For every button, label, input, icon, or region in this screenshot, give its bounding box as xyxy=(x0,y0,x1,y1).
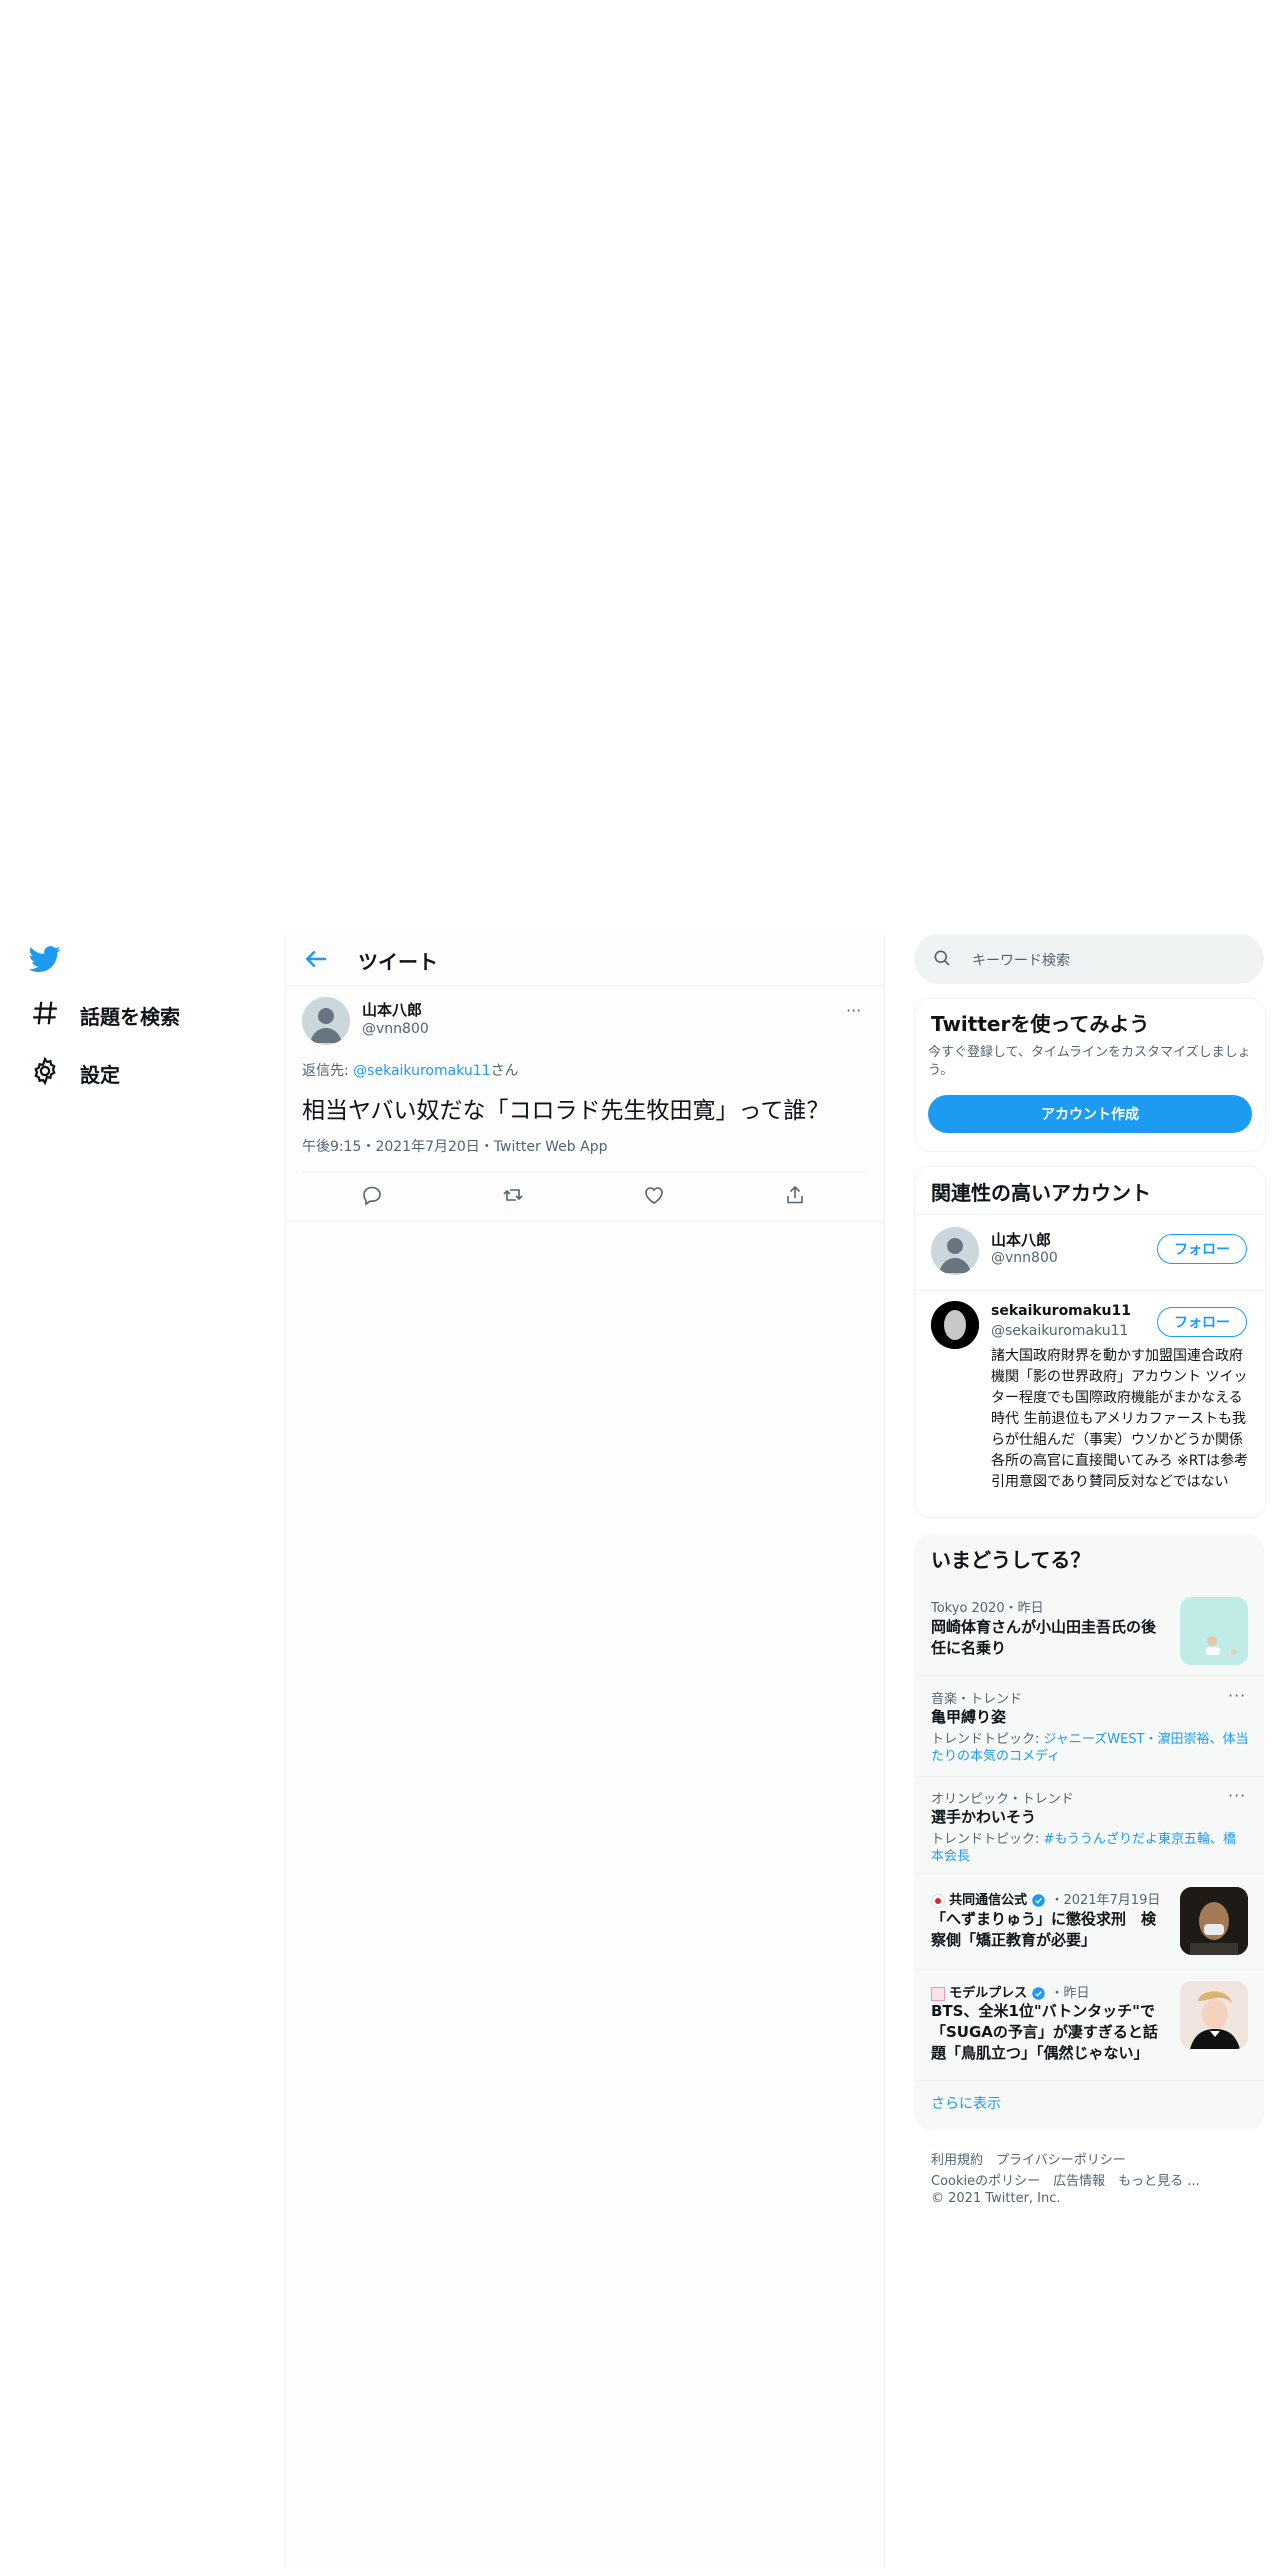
reply-suffix: さん xyxy=(490,1063,519,1079)
news-source-icon xyxy=(931,1986,945,2001)
main-column xyxy=(285,935,884,2568)
related-title: 関連性の高いアカウント xyxy=(931,1181,1151,1205)
copyright: © 2021 Twitter, Inc. xyxy=(931,2191,1061,2206)
divider xyxy=(286,985,884,986)
gear-icon xyxy=(30,1056,60,1090)
create-account-button[interactable]: アカウント作成 xyxy=(928,1095,1252,1133)
trend-title: 岡崎体育さんが小山田圭吾氏の後任に名乗り xyxy=(931,1618,1157,1657)
page-title: ツイート xyxy=(358,950,438,974)
share-icon[interactable] xyxy=(783,1183,809,1209)
trend-topic: トレンドトピック: ジャニーズWEST・濵田崇裕、体当たりの本気のコメディ xyxy=(931,1731,1249,1765)
more-options-icon[interactable]: ··· xyxy=(1228,1686,1246,1705)
retweet-icon[interactable] xyxy=(501,1183,527,1209)
nav-explore-label: 話題を検索 xyxy=(80,1004,180,1029)
divider xyxy=(302,1172,869,1173)
more-options-icon[interactable]: ··· xyxy=(846,1001,861,1020)
account-handle[interactable]: @vnn800 xyxy=(991,1250,1058,1266)
follow-button[interactable]: フォロー xyxy=(1157,1234,1247,1264)
divider xyxy=(914,2080,1264,2081)
reply-prefix: 返信先: xyxy=(302,1063,354,1079)
search-placeholder: キーワード検索 xyxy=(972,953,1070,969)
back-arrow-icon[interactable] xyxy=(301,944,331,974)
news-source-icon xyxy=(931,1893,945,1908)
signup-description: 今すぐ登録して、タイムラインをカスタマイズしましょう。 xyxy=(928,1045,1251,1078)
trend-meta: 共同通信公式 ・2021年7月19日 xyxy=(931,1889,1160,1908)
trend-title: BTS、全米1位"バトンタッチ"で「SUGAの予言」が凄すぎると話題「鳥肌立つ」… xyxy=(931,2002,1158,2062)
like-icon[interactable] xyxy=(642,1183,668,1209)
trend-thumbnail xyxy=(1180,1597,1248,1665)
author-name[interactable]: 山本八郎 xyxy=(362,999,422,1020)
verified-badge-icon xyxy=(1031,1893,1046,1908)
signup-title: Twitterを使ってみよう xyxy=(931,1012,1150,1036)
news-date: ・2021年7月19日 xyxy=(1050,1893,1161,1908)
trend-meta: 音楽・トレンド xyxy=(931,1692,1023,1707)
account-name[interactable]: sekaikuromaku11 xyxy=(991,1303,1131,1319)
search-icon xyxy=(932,948,952,968)
tweet-timestamp[interactable]: 午後9:15・2021年7月20日・Twitter Web App xyxy=(302,1136,607,1156)
nav-settings[interactable]: 設定 xyxy=(30,1053,120,1093)
hashtag-icon xyxy=(30,998,60,1032)
more-options-icon[interactable]: ··· xyxy=(1228,1786,1246,1805)
reply-handle-link[interactable]: @sekaikuromaku11 xyxy=(353,1063,490,1079)
avatar[interactable] xyxy=(931,1227,979,1275)
account-bio: 諸大国政府財界を動かす加盟国連合政府機関「影の世界政府」アカウント ツイッター程… xyxy=(991,1348,1249,1490)
reply-to: 返信先: @sekaikuromaku11さん xyxy=(302,1060,519,1080)
trend-topic-label: トレンドトピック: xyxy=(931,1832,1044,1847)
trend-topic-label: トレンドトピック: xyxy=(931,1732,1044,1747)
follow-button[interactable]: フォロー xyxy=(1157,1307,1247,1337)
avatar[interactable] xyxy=(931,1301,979,1349)
trend-title: 「へずまりゅう」に懲役求刑 検察側「矯正教育が必要」 xyxy=(931,1910,1157,1949)
trend-topic: トレンドトピック: #もううんざりだよ東京五輪、橋本会長 xyxy=(931,1831,1249,1865)
reply-icon[interactable] xyxy=(360,1183,386,1209)
trend-meta: Tokyo 2020・昨日 xyxy=(931,1601,1044,1616)
trend-title: 選手かわいそう xyxy=(931,1808,1037,1826)
news-date: ・昨日 xyxy=(1050,1986,1090,2001)
divider xyxy=(286,1221,884,1222)
trend-thumbnail xyxy=(1180,1981,1248,2049)
nav-explore[interactable]: 話題を検索 xyxy=(30,995,180,1035)
search-input[interactable] xyxy=(914,934,1264,984)
footer-links[interactable]: Cookieのポリシー 広告情報 もっと見る ... xyxy=(931,2170,1200,2189)
divider xyxy=(884,935,885,2568)
account-handle[interactable]: @sekaikuromaku11 xyxy=(991,1323,1128,1339)
trend-meta: オリンピック・トレンド xyxy=(931,1792,1074,1807)
nav-settings-label: 設定 xyxy=(80,1062,120,1087)
divider xyxy=(915,1290,1263,1291)
trends-title: いまどうしてる？ xyxy=(931,1548,1091,1572)
divider xyxy=(915,1214,1263,1215)
footer-links[interactable]: 利用規約 プライバシーポリシー xyxy=(931,2149,1126,2168)
trend-meta: モデルプレス ・昨日 xyxy=(931,1982,1089,2001)
author-handle[interactable]: @vnn800 xyxy=(362,1021,429,1037)
divider xyxy=(285,935,286,2568)
trend-title: 亀甲縛り姿 xyxy=(931,1708,1007,1726)
avatar[interactable] xyxy=(302,997,350,1045)
twitter-logo-icon[interactable] xyxy=(28,943,61,975)
trend-thumbnail xyxy=(1180,1887,1248,1955)
verified-badge-icon xyxy=(1031,1986,1046,2001)
show-more-link[interactable]: さらに表示 xyxy=(931,2093,1001,2113)
news-source: 共同通信公式 xyxy=(949,1893,1028,1908)
account-name[interactable]: 山本八郎 xyxy=(991,1229,1051,1250)
news-source: モデルプレス xyxy=(949,1986,1028,2001)
tweet-text: 相当ヤバい奴だな「コロラド先生牧田寛」って誰？ xyxy=(302,1098,830,1124)
